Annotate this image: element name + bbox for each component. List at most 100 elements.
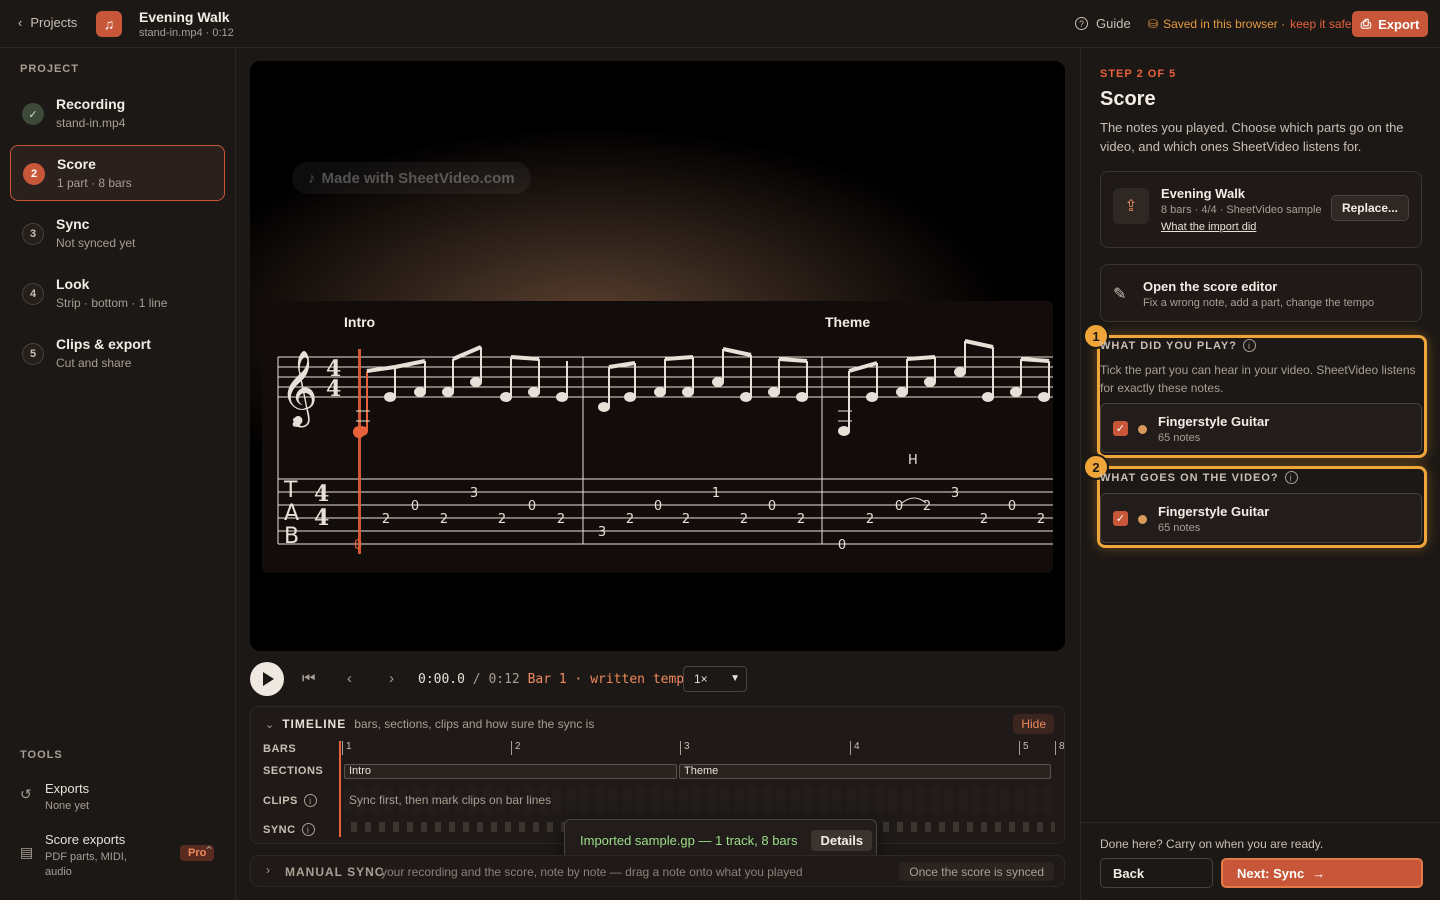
row-label-bars: BARS [263, 743, 297, 755]
import-title: Evening Walk [1161, 186, 1246, 201]
svg-text:3: 3 [598, 525, 606, 540]
svg-text:2: 2 [740, 512, 748, 527]
svg-text:1: 1 [712, 486, 720, 501]
svg-text:2: 2 [382, 512, 390, 527]
tool-sub: PDF parts, MIDI, audio [45, 851, 127, 878]
details-button[interactable]: Details [811, 829, 873, 851]
storage-icon: ⛁ [1148, 17, 1159, 31]
bar-tick[interactable]: 4 [850, 741, 860, 755]
export-button[interactable]: ⎙ Export [1352, 11, 1428, 37]
timeline-playhead[interactable] [339, 741, 341, 837]
listen-part-row[interactable]: ✓ Fingerstyle Guitar 65 notes [1100, 403, 1422, 453]
skip-start-icon[interactable]: ⏮ [302, 670, 316, 687]
svg-text:0: 0 [654, 499, 662, 514]
replace-button[interactable]: Replace... [1330, 195, 1409, 221]
exports-tool[interactable]: ↺ Exports None yet [20, 781, 220, 815]
back-to-projects-link[interactable]: ‹ Projects [18, 15, 77, 30]
upload-icon: ⇪ [1113, 188, 1149, 224]
export-icon: ⎙ [1360, 16, 1372, 31]
play-icon [263, 672, 274, 686]
step-title: Clips & export [56, 336, 151, 352]
chevron-left-icon[interactable]: ‹ [347, 670, 352, 687]
manual-sync-panel[interactable]: › MANUAL SYNC your recording and the sco… [250, 855, 1065, 887]
hammer-on-label: H [908, 453, 918, 468]
clips-label-text: CLIPS [263, 794, 298, 807]
time-separator: / [464, 672, 489, 687]
project-subtitle: stand-in.mp4 · 0:12 [139, 27, 234, 39]
timeline-header[interactable]: ⌄ TIMELINE bars, sections, clips and how… [265, 717, 594, 731]
guide-label: Guide [1096, 16, 1131, 31]
panel-footer: Done here? Carry on when you are ready. … [1081, 822, 1440, 900]
watermark-text: Made with SheetVideo.com [321, 169, 515, 187]
pencil-icon: ✎ [1113, 286, 1127, 303]
section-label-theme: Theme [825, 314, 870, 330]
part-color-dot [1138, 425, 1147, 434]
step-eyebrow: STEP 2 OF 5 [1100, 68, 1177, 80]
bar-tick[interactable]: 2 [511, 741, 521, 755]
svg-text:0: 0 [1008, 499, 1016, 514]
step-title: Look [56, 276, 90, 292]
question-play-description: Tick the part you can hear in your video… [1100, 363, 1416, 395]
sidebar: PROJECT ✓ Recording stand-in.mp4 2 Score… [0, 48, 236, 900]
bar-tick[interactable]: 5 [1019, 741, 1029, 755]
time-total: 0:12 [488, 672, 520, 687]
question-video-heading: WHAT GOES ON THE VIDEO? i [1100, 471, 1298, 484]
arrow-right-icon: → [1312, 865, 1326, 881]
score-strip: 𝄞 8 4 4 T A B 4 4 Intro Theme 0 2 0 2 3 … [262, 301, 1053, 573]
step-sub: 1 part · 8 bars [57, 176, 132, 190]
playhead[interactable] [358, 349, 361, 554]
panel-title: Score [1100, 88, 1156, 110]
next-label: Next: Sync [1237, 865, 1305, 881]
svg-text:2: 2 [1037, 512, 1045, 527]
step-score[interactable]: 2 Score 1 part · 8 bars [10, 145, 225, 201]
bar-tick[interactable]: 8 [1055, 741, 1065, 755]
back-button[interactable]: Back [1100, 858, 1213, 888]
bar-tick[interactable]: 3 [680, 741, 690, 755]
speed-select[interactable]: 1× ▼ [683, 666, 747, 692]
watermark: ♪ Made with SheetVideo.com [292, 162, 531, 194]
info-icon[interactable]: i [301, 823, 315, 836]
part-count: 65 notes [1158, 432, 1201, 444]
keep-safe-link[interactable]: keep it safe [1290, 17, 1351, 31]
section-theme[interactable]: Theme [679, 764, 1051, 779]
chevron-left-icon: ‹ [18, 15, 23, 30]
hide-timeline-button[interactable]: Hide [1013, 714, 1054, 734]
chevron-right-icon[interactable]: › [389, 670, 394, 687]
import-details-link[interactable]: What the import did [1161, 221, 1256, 233]
video-part-row[interactable]: ✓ Fingerstyle Guitar 65 notes [1100, 493, 1422, 543]
guide-button[interactable]: ? Guide [1075, 16, 1131, 31]
step-look[interactable]: 4 Look Strip · bottom · 1 line [10, 266, 225, 322]
step-sub: Strip · bottom · 1 line [56, 296, 168, 310]
section-intro[interactable]: Intro [344, 764, 677, 779]
check-icon: ✓ [22, 103, 44, 125]
info-icon[interactable]: i [303, 794, 317, 807]
editor-sub: Fix a wrong note, add a part, change the… [1143, 297, 1375, 309]
info-icon[interactable]: i [1284, 471, 1298, 484]
import-card: ⇪ Evening Walk 8 bars · 4/4 · SheetVideo… [1100, 171, 1422, 248]
svg-text:2: 2 [626, 512, 634, 527]
step-clips-export[interactable]: 5 Clips & export Cut and share [10, 326, 225, 382]
video-preview[interactable]: ♪ Made with SheetVideo.com 𝄞 8 4 4 T A B… [250, 61, 1065, 651]
section-label-intro: Intro [344, 314, 375, 330]
step-sync[interactable]: 3 Sync Not synced yet [10, 206, 225, 262]
checkbox-checked[interactable]: ✓ [1113, 511, 1128, 526]
play-button[interactable] [250, 662, 284, 696]
info-icon[interactable]: i [1242, 339, 1256, 352]
open-score-editor-button[interactable]: ✎ Open the score editor Fix a wrong note… [1100, 264, 1422, 322]
clips-track[interactable]: Sync first, then mark clips on bar lines [343, 787, 1055, 813]
chevron-up-icon[interactable]: ⌃ [204, 844, 214, 858]
step-sub: stand-in.mp4 [56, 116, 126, 130]
part-name: Fingerstyle Guitar [1158, 414, 1270, 429]
part-name: Fingerstyle Guitar [1158, 504, 1270, 519]
step-recording[interactable]: ✓ Recording stand-in.mp4 [10, 86, 225, 142]
checkbox-checked[interactable]: ✓ [1113, 421, 1128, 436]
next-sync-button[interactable]: Next: Sync → [1221, 858, 1423, 888]
step-title: Recording [56, 96, 126, 112]
bar-tick[interactable]: 1 [342, 741, 352, 755]
timeline-subtitle: bars, sections, clips and how sure the s… [354, 717, 595, 731]
chevron-down-icon: ▼ [730, 673, 740, 684]
top-bar: ‹ Projects ♫ Evening Walk stand-in.mp4 ·… [0, 0, 1440, 48]
toast-message: Imported sample.gp — 1 track, 8 bars [580, 832, 798, 848]
svg-text:4: 4 [314, 481, 329, 507]
score-exports-tool[interactable]: ▤ Score exports PDF parts, MIDI, audio P… [20, 832, 220, 882]
